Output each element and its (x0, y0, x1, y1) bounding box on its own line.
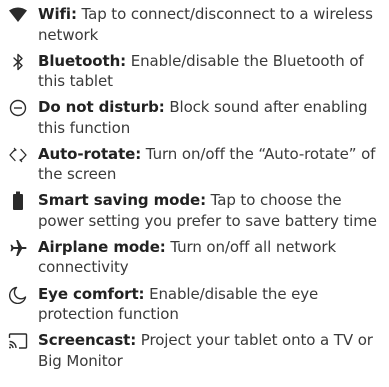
legend-term: Screencast: (38, 331, 137, 350)
legend-term: Do not disturb: (38, 98, 165, 117)
legend-item-auto-rotate: Auto-rotate: Turn on/off the “Auto-rotat… (0, 144, 389, 185)
legend-item-screencast: Screencast: Project your tablet onto a T… (0, 330, 389, 371)
legend-item-smart-saving: Smart saving mode: Tap to choose the pow… (0, 190, 389, 231)
legend-term: Smart saving mode: (38, 191, 206, 210)
legend-item-do-not-disturb: Do not disturb: Block sound after enabli… (0, 97, 389, 138)
eye-comfort-icon (8, 285, 28, 305)
legend-item-eye-comfort: Eye comfort: Enable/disable the eye prot… (0, 284, 389, 325)
legend-term: Airplane mode: (38, 237, 166, 256)
wifi-icon (8, 5, 28, 25)
legend-item-bluetooth: Bluetooth: Enable/disable the Bluetooth … (0, 51, 389, 92)
do-not-disturb-icon (8, 98, 28, 118)
legend-term: Auto-rotate: (38, 144, 142, 163)
screencast-icon (8, 331, 28, 351)
legend-description: Tap to connect/disconnect to a wireless … (38, 5, 373, 44)
legend-item-airplane: Airplane mode: Turn on/off all network c… (0, 237, 389, 278)
auto-rotate-icon (8, 145, 28, 165)
battery-icon (8, 191, 28, 211)
legend-term: Wifi: (38, 5, 77, 23)
legend-item-wifi: Wifi: Tap to connect/disconnect to a wir… (0, 4, 389, 45)
quick-settings-legend: Wifi: Tap to connect/disconnect to a wir… (0, 4, 389, 377)
legend-term: Eye comfort: (38, 284, 145, 303)
airplane-icon (8, 238, 28, 258)
bluetooth-icon (8, 52, 28, 72)
legend-term: Bluetooth: (38, 51, 127, 70)
